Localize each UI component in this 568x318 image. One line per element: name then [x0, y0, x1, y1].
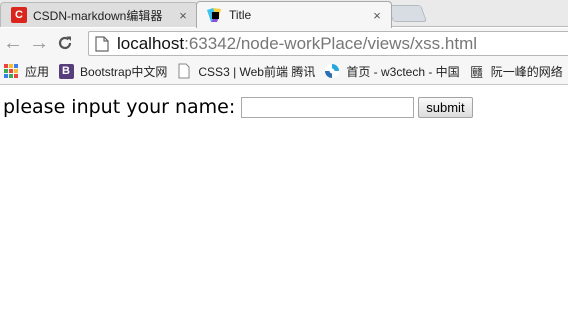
tab-title: CSDN-markdown编辑器	[33, 8, 163, 23]
address-bar[interactable]: localhost:63342/node-workPlace/views/xss…	[88, 31, 568, 56]
back-arrow-icon[interactable]: ←	[0, 31, 26, 55]
browser-toolbar: ← → localhost:63342/node-workPlace/views…	[0, 28, 568, 58]
webstorm-logo-icon	[207, 7, 223, 23]
url-path: :63342/node-workPlace/views/xss.html	[184, 33, 478, 53]
page-blank-icon	[176, 63, 192, 79]
reload-icon[interactable]	[52, 31, 78, 55]
bookmark-label: 首页 - w3ctech - 中国	[346, 64, 460, 79]
page-content: please input your name: submit	[0, 86, 568, 318]
close-tab-icon[interactable]: ×	[175, 8, 191, 23]
bookmark-label: 应用	[25, 64, 50, 79]
w3ctech-logo-icon	[324, 63, 340, 79]
bookmark-ruanyifeng[interactable]: 㔶 阮一峰的网络	[466, 60, 568, 82]
bookmark-label: Bootstrap中文网	[80, 64, 168, 79]
url-host: localhost	[117, 33, 185, 53]
tab-title: Title	[229, 8, 252, 22]
bookmarks-bar: 应用 B Bootstrap中文网 CSS3 | Web前端 腾讯 首页 - w…	[0, 58, 568, 85]
bookmark-css3[interactable]: CSS3 | Web前端 腾讯	[173, 60, 321, 82]
csdn-logo-icon: C	[11, 7, 27, 23]
bookmark-apps[interactable]: 应用	[0, 60, 55, 82]
tab-strip: C CSDN-markdown编辑器 × Title ×	[0, 0, 568, 28]
tab-title-active[interactable]: Title ×	[196, 1, 392, 28]
bookmark-w3ctech[interactable]: 首页 - w3ctech - 中国	[321, 60, 465, 82]
submit-button[interactable]: submit	[418, 96, 473, 118]
name-input[interactable]	[241, 96, 415, 118]
bookmark-label: CSS3 | Web前端 腾讯	[198, 64, 316, 79]
close-tab-icon[interactable]: ×	[369, 8, 385, 23]
forward-arrow-icon[interactable]: →	[26, 31, 52, 55]
bookmark-bootstrap[interactable]: B Bootstrap中文网	[55, 60, 173, 82]
name-prompt: please input your name:	[3, 96, 236, 118]
page-icon	[95, 35, 109, 52]
name-form: please input your name: submit	[3, 96, 473, 118]
apps-grid-icon	[3, 63, 19, 79]
bootstrap-logo-icon: B	[58, 63, 74, 79]
ruanyifeng-logo-icon: 㔶	[470, 65, 484, 81]
bookmark-label: 阮一峰的网络	[490, 64, 563, 79]
tab-csdn[interactable]: C CSDN-markdown编辑器 ×	[0, 2, 198, 27]
url-text: localhost:63342/node-workPlace/views/xss…	[117, 34, 477, 54]
new-tab-button[interactable]	[386, 5, 428, 22]
